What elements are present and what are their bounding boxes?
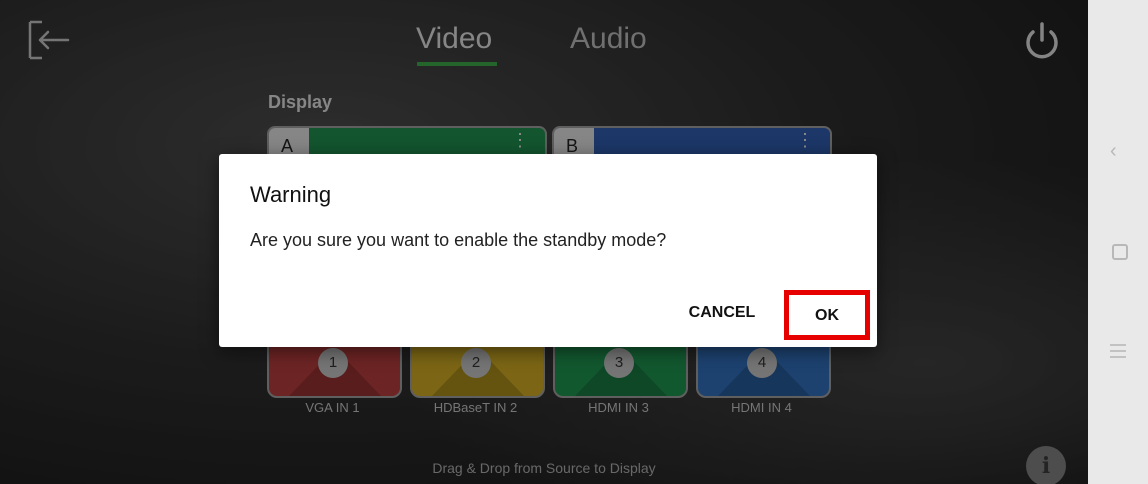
square-home-icon[interactable] <box>1112 244 1128 260</box>
cancel-button[interactable]: CANCEL <box>679 294 765 330</box>
chevron-left-icon[interactable]: ‹ <box>1110 140 1117 163</box>
dialog-message: Are you sure you want to enable the stan… <box>250 230 667 250</box>
dialog-title: Warning <box>250 182 332 207</box>
warning-dialog: Warning Are you sure you want to enable … <box>219 154 877 347</box>
menu-lines-icon[interactable] <box>1110 344 1126 362</box>
system-nav-bar: ‹ <box>1088 0 1148 484</box>
app-screen: Video Audio Display A ⋮ B ⋮ 1 2 3 4 VGA … <box>0 0 1088 484</box>
ok-button[interactable]: OK <box>784 290 870 340</box>
